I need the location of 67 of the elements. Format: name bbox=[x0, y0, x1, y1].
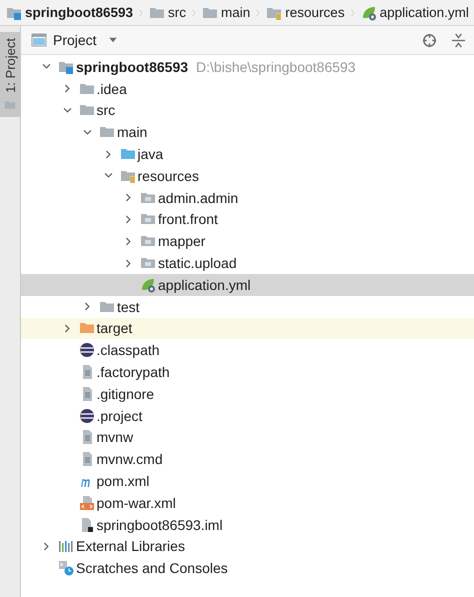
item-label: pom.xml bbox=[96, 473, 150, 490]
path-text: D:\bishe\springboot86593 bbox=[196, 58, 356, 75]
xml-file-icon bbox=[78, 494, 94, 511]
tree-row[interactable]: Scratches and Consoles bbox=[21, 557, 474, 580]
item-label: .gitignore bbox=[96, 386, 154, 402]
tree-row[interactable]: target bbox=[21, 318, 474, 340]
breadcrumb-item[interactable]: springboot86593 bbox=[6, 4, 134, 20]
tree-row[interactable]: application.yml bbox=[21, 274, 474, 296]
item-label: .idea bbox=[96, 80, 127, 97]
item-label: mvnw.cmd bbox=[96, 451, 163, 468]
leaf-icon bbox=[360, 4, 377, 20]
crosshair-icon[interactable] bbox=[422, 32, 437, 48]
item-label: application.yml bbox=[158, 276, 251, 293]
tree-row[interactable]: java bbox=[21, 143, 474, 165]
item-label: front.front bbox=[158, 211, 218, 228]
tree-row[interactable]: .idea bbox=[21, 78, 474, 100]
side-tab[interactable]: 1: Project bbox=[0, 32, 20, 117]
view-selector[interactable]: Project bbox=[31, 32, 119, 48]
tree-row[interactable]: pom.xml bbox=[21, 470, 474, 492]
libraries-icon bbox=[58, 538, 74, 554]
item-label: pom-war.xml bbox=[96, 494, 176, 511]
eclipse-icon bbox=[78, 342, 94, 358]
scratches-icon bbox=[58, 560, 74, 576]
tree-row[interactable]: .project bbox=[21, 404, 474, 427]
item-label: admin.admin bbox=[158, 190, 238, 206]
tree-row[interactable]: springboot86593.iml bbox=[21, 514, 474, 536]
item-label: static.upload bbox=[158, 255, 237, 272]
item-label: resources bbox=[138, 168, 199, 184]
item-label: Scratches and Consoles bbox=[76, 560, 228, 576]
tree-row[interactable]: mapper bbox=[21, 230, 474, 252]
tree-row[interactable]: .classpath bbox=[21, 339, 474, 362]
item-label: mvnw bbox=[96, 429, 134, 446]
tree-row[interactable]: static.upload bbox=[21, 252, 474, 274]
item-label: springboot86593.iml bbox=[96, 516, 223, 533]
tree-row[interactable]: main bbox=[21, 121, 474, 144]
tree-row[interactable]: pom-war.xml bbox=[21, 492, 474, 514]
item-label: src bbox=[96, 102, 116, 118]
item-label: .factorypath bbox=[96, 364, 170, 380]
tree-row[interactable]: .factorypath bbox=[21, 361, 474, 383]
item-label: target bbox=[96, 320, 132, 336]
tree-row[interactable]: resources bbox=[21, 164, 474, 187]
tree-row[interactable]: admin.admin bbox=[21, 186, 474, 209]
tree-row[interactable]: External Libraries bbox=[21, 536, 474, 558]
item-label: .project bbox=[96, 408, 142, 424]
tree-row[interactable]: test bbox=[21, 296, 474, 318]
item-label: test bbox=[117, 298, 140, 315]
breadcrumb-item[interactable]: src bbox=[149, 4, 186, 20]
item-label: springboot86593 bbox=[76, 58, 188, 75]
leaf-icon bbox=[140, 276, 156, 293]
breadcrumb-item[interactable]: main bbox=[202, 4, 250, 20]
folder-icon bbox=[4, 98, 16, 111]
item-label: main bbox=[117, 124, 148, 140]
tree-row[interactable]: mvnw.cmd bbox=[21, 448, 474, 470]
tree-row[interactable]: front.front bbox=[21, 208, 474, 230]
eclipse-icon bbox=[78, 408, 94, 424]
item-label: External Libraries bbox=[76, 538, 185, 554]
breadcrumb-item[interactable]: application.yml bbox=[360, 4, 469, 20]
item-label: mapper bbox=[158, 233, 206, 250]
window-icon bbox=[31, 32, 47, 48]
tree-row[interactable]: src bbox=[21, 100, 474, 122]
tree-row[interactable]: springboot86593 D:\bishe\springboot86593 bbox=[21, 56, 474, 78]
item-label: .classpath bbox=[96, 342, 160, 358]
breadcrumb-item[interactable]: resources bbox=[266, 4, 345, 20]
tree-row[interactable]: mvnw bbox=[21, 426, 474, 448]
collapse-all-icon[interactable] bbox=[451, 32, 466, 48]
tree-row[interactable]: .gitignore bbox=[21, 382, 474, 405]
item-label: java bbox=[138, 146, 164, 162]
